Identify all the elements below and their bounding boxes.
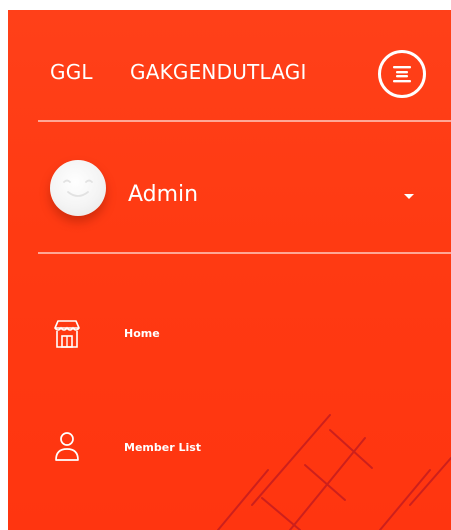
caret-down-icon[interactable] [404,194,414,199]
user-name[interactable]: Admin [128,182,198,207]
sidebar-toggle-button[interactable] [378,50,426,98]
sidebar-item-label: Home [124,327,160,340]
user-panel: Admin [8,122,451,250]
divider [38,252,451,254]
sidebar-item-home[interactable]: Home [8,306,451,370]
smiley-face-icon [50,158,106,218]
brand-header: GGL GAKGENDUTLAGI [8,10,451,120]
app-frame: GGL GAKGENDUTLAGI Admin Home Member List [0,0,451,530]
brand-short-name[interactable]: GGL [50,60,93,84]
sidebar: GGL GAKGENDUTLAGI Admin Home Member List [8,10,451,530]
storefront-icon [52,318,82,350]
menu-lines-icon [390,64,414,84]
brand-full-name[interactable]: GAKGENDUTLAGI [130,60,307,84]
sidebar-item-label: Member List [124,441,202,454]
avatar[interactable] [50,160,106,216]
sidebar-item-member-list[interactable]: Member List [8,418,451,482]
user-outline-icon [52,430,82,462]
